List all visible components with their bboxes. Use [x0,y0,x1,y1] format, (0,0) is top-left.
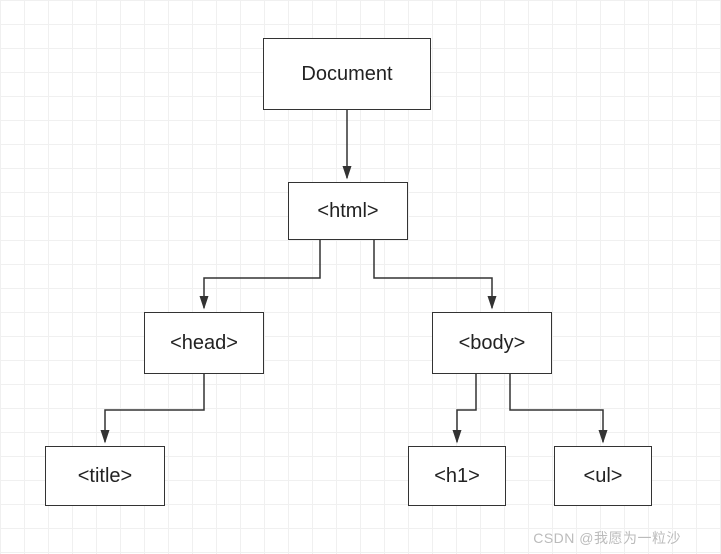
node-document-label: Document [301,63,392,86]
node-title-label: <title> [78,465,132,488]
node-html: <html> [288,182,408,240]
node-h1: <h1> [408,446,506,506]
node-head-label: <head> [170,332,238,355]
node-document: Document [263,38,431,110]
node-head: <head> [144,312,264,374]
node-body-label: <body> [459,332,526,355]
watermark-text: CSDN @我愿为一粒沙 [533,528,681,548]
node-body: <body> [432,312,552,374]
node-ul: <ul> [554,446,652,506]
node-title: <title> [45,446,165,506]
node-html-label: <html> [317,200,378,223]
node-h1-label: <h1> [434,465,480,488]
node-ul-label: <ul> [584,465,623,488]
